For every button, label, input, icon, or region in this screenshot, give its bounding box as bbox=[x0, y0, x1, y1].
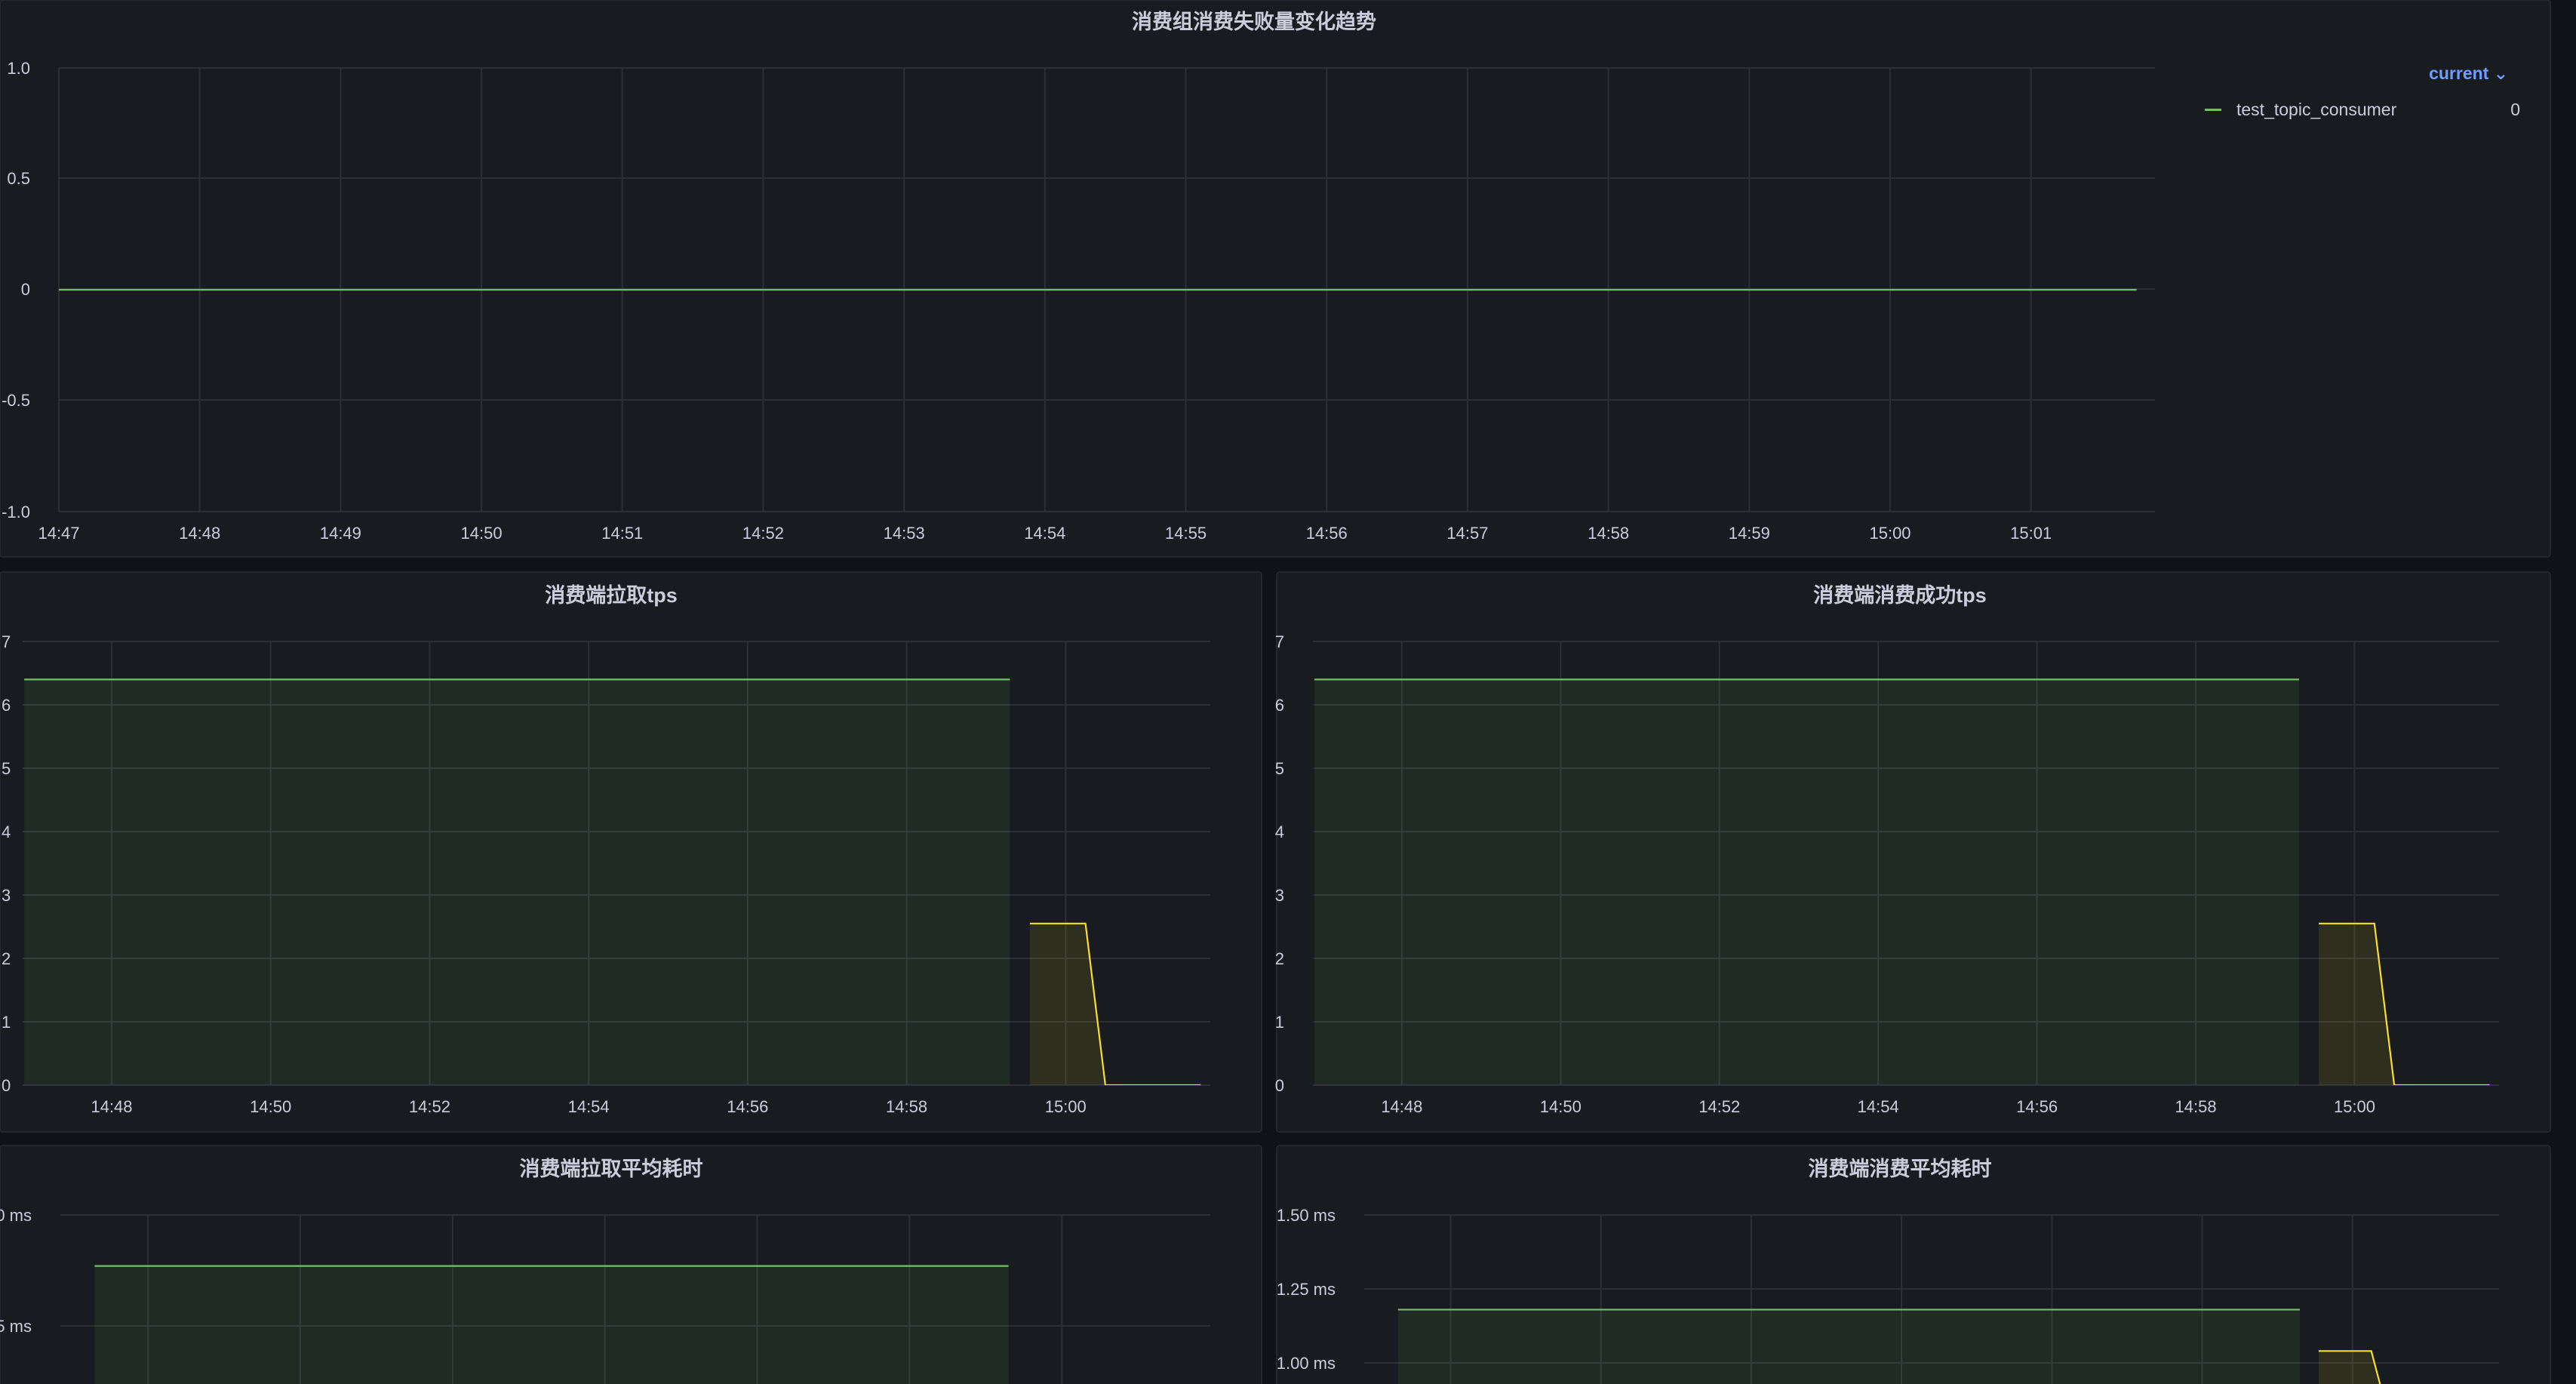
x-tick-label: 14:50 bbox=[250, 1097, 291, 1116]
series-swatch bbox=[2205, 108, 2221, 111]
x-tick-label: 14:59 bbox=[1729, 524, 1770, 543]
panel-title: 消费端拉取平均耗时 bbox=[520, 1157, 703, 1180]
y-tick-label: 0.5 bbox=[7, 169, 30, 188]
x-tick-label: 15:01 bbox=[2010, 524, 2052, 543]
y-tick-label: 7 bbox=[1275, 632, 1284, 651]
x-tick-label: 14:52 bbox=[1698, 1097, 1740, 1116]
x-tick-label: 15:00 bbox=[2334, 1097, 2375, 1116]
y-tick-label: 0 bbox=[21, 280, 30, 299]
series-area bbox=[94, 1266, 1009, 1384]
x-tick-label: 14:55 bbox=[1165, 524, 1207, 543]
y-tick-label: 7 bbox=[2, 632, 11, 651]
legend-item-name: test_topic_consumer bbox=[2236, 99, 2397, 119]
x-tick-label: 14:53 bbox=[884, 524, 925, 543]
dashboard: 消费组消费失败量变化趋势 1.0 0.5 0 -0.5 -1.0 14:47 14:48 14:… bbox=[0, 0, 2551, 1384]
y-tick-label: 2 bbox=[1275, 949, 1284, 968]
y-tick-label: -0.5 bbox=[2, 391, 30, 410]
x-tick-label: 14:56 bbox=[1306, 524, 1348, 543]
y-tick-label: 4 bbox=[2, 823, 11, 841]
x-tick-label: 14:54 bbox=[568, 1097, 610, 1116]
y-tick-label: 1.00 ms bbox=[1277, 1354, 1336, 1373]
x-tick-label: 14:50 bbox=[461, 524, 503, 543]
x-tick-label: 14:52 bbox=[742, 524, 784, 543]
x-tick-label: 14:48 bbox=[91, 1097, 132, 1116]
y-tick-label: 1.25 ms bbox=[1277, 1280, 1336, 1299]
x-tick-label: 14:54 bbox=[1858, 1097, 1899, 1116]
x-tick-label: 14:57 bbox=[1446, 524, 1488, 543]
panel bbox=[0, 0, 2551, 558]
x-tick-label: 15:00 bbox=[1869, 524, 1910, 543]
legend-item[interactable]: test_topic_consumer 0 bbox=[2188, 94, 2520, 125]
x-tick-label: 15:00 bbox=[1045, 1097, 1087, 1116]
x-tick-label: 14:58 bbox=[1588, 524, 1629, 543]
x-tick-label: 14:56 bbox=[2016, 1097, 2058, 1116]
x-tick-label: 14:52 bbox=[409, 1097, 450, 1116]
legend-column-header[interactable]: current ⌄ bbox=[2188, 63, 2520, 84]
x-tick-label: 14:48 bbox=[1381, 1097, 1422, 1116]
chevron-down-icon: ⌄ bbox=[2493, 63, 2508, 83]
y-tick-label: 2 bbox=[2, 949, 11, 968]
y-tick-label: 1.0 bbox=[7, 59, 30, 78]
legend-item-value: 0 bbox=[2510, 99, 2520, 119]
series-area bbox=[24, 679, 1010, 1085]
series-area bbox=[1314, 679, 2299, 1085]
y-tick-label: -1.0 bbox=[2, 503, 30, 521]
x-tick-label: 14:50 bbox=[1540, 1097, 1582, 1116]
x-tick-label: 14:51 bbox=[601, 524, 643, 543]
x-tick-label: 14:47 bbox=[38, 524, 79, 543]
y-tick-label: 3 bbox=[1275, 886, 1284, 905]
y-tick-label: 3 bbox=[2, 886, 11, 905]
x-tick-label: 14:58 bbox=[2175, 1097, 2217, 1116]
y-tick-label: 0 bbox=[2, 1076, 11, 1095]
x-tick-label: 14:56 bbox=[727, 1097, 768, 1116]
y-tick-label: 0 bbox=[1275, 1076, 1284, 1095]
panel-title: 消费端拉取tps bbox=[545, 583, 678, 607]
y-tick-label: 6 bbox=[1275, 696, 1284, 715]
y-tick-label: 20 ms bbox=[0, 1206, 32, 1225]
y-tick-label: 1 bbox=[1275, 1013, 1284, 1032]
x-tick-label: 14:54 bbox=[1024, 524, 1065, 543]
y-tick-label: 4 bbox=[1275, 823, 1284, 841]
y-tick-label: 15 ms bbox=[0, 1317, 32, 1336]
y-tick-label: 5 bbox=[2, 759, 11, 778]
x-tick-label: 14:49 bbox=[320, 524, 361, 543]
legend: current ⌄ test_topic_consumer 0 bbox=[2188, 63, 2520, 125]
legend-column-label: current bbox=[2429, 63, 2489, 83]
y-tick-label: 5 bbox=[1275, 759, 1284, 778]
panel-title: 消费端消费成功tps bbox=[1813, 584, 1987, 607]
series-area bbox=[1397, 1309, 2301, 1384]
panel-title: 消费组消费失败量变化趋势 bbox=[1132, 10, 1376, 33]
x-tick-label: 14:48 bbox=[179, 524, 220, 543]
y-tick-label: 1.50 ms bbox=[1277, 1206, 1336, 1225]
y-tick-label: 6 bbox=[2, 696, 11, 715]
x-tick-label: 14:58 bbox=[886, 1097, 927, 1116]
y-tick-label: 1 bbox=[2, 1013, 11, 1032]
panel-title: 消费端消费平均耗时 bbox=[1809, 1158, 1992, 1180]
